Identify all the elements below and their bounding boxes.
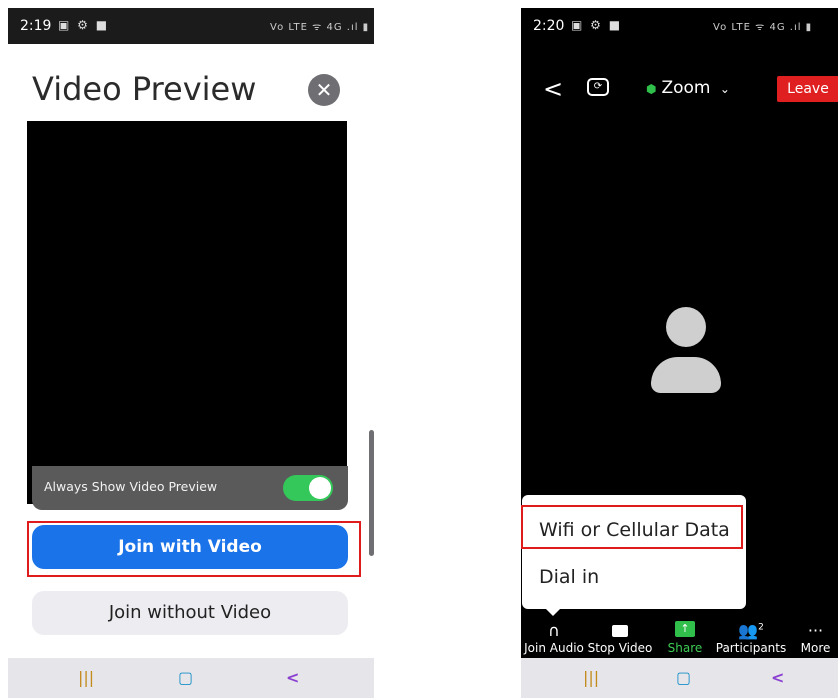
- highlight-box: [521, 505, 743, 549]
- toolbar-label: More: [800, 641, 831, 655]
- status-time: 2:20: [533, 18, 565, 34]
- status-signal: Vo LTE ᯤ 4G .ıl ▮: [713, 22, 813, 33]
- menu-item-dial-in[interactable]: Dial in: [539, 566, 599, 588]
- status-icons: ▣ ⚙ ■: [58, 18, 110, 32]
- home-icon[interactable]: ▢: [676, 668, 691, 687]
- shield-icon: ⬢: [646, 82, 657, 96]
- meeting-screen: 2:20 ▣ ⚙ ■ Vo LTE ᯤ 4G .ıl ▮ < ⟳ ⬢ Zoom ⌄…: [521, 8, 838, 698]
- system-nav-bar: ||| ▢ <: [521, 658, 838, 698]
- avatar-head: [666, 307, 706, 347]
- avatar-body: [651, 357, 721, 393]
- always-show-preview-label: Always Show Video Preview: [44, 479, 218, 494]
- share-icon: ↑: [675, 621, 695, 637]
- recents-icon[interactable]: |||: [583, 668, 599, 687]
- status-bar: 2:19 ▣ ⚙ ■ Vo LTE ᯤ 4G .ıl ▮: [8, 8, 374, 44]
- home-icon[interactable]: ▢: [178, 668, 193, 687]
- toolbar-label: Stop Video: [587, 641, 653, 655]
- recents-icon[interactable]: |||: [78, 668, 94, 687]
- more-icon: ···: [807, 621, 824, 640]
- close-button[interactable]: ✕: [308, 74, 340, 106]
- toolbar-label: Share: [667, 641, 703, 655]
- headphones-icon: ∩: [548, 621, 560, 640]
- join-without-video-button[interactable]: Join without Video: [32, 591, 348, 635]
- video-preview: [27, 121, 347, 504]
- more-button[interactable]: ··· More: [793, 617, 838, 658]
- participants-icon: 👥2: [738, 621, 764, 640]
- highlight-box: [27, 521, 361, 577]
- meeting-toolbar: ∩ Join Audio Stop Video ↑ Share 👥2 Parti…: [521, 617, 838, 658]
- page-title: Video Preview: [32, 70, 257, 108]
- toolbar-label: Participants: [715, 641, 787, 655]
- always-show-preview-toggle[interactable]: [283, 475, 333, 501]
- toggle-knob: [309, 477, 331, 499]
- share-button[interactable]: ↑ Share: [661, 617, 709, 658]
- stop-video-button[interactable]: Stop Video: [587, 617, 653, 658]
- video-camera-icon: [612, 625, 628, 637]
- avatar: [646, 307, 726, 395]
- toolbar-label: Join Audio: [524, 641, 584, 655]
- participants-count: 2: [758, 622, 764, 633]
- back-icon[interactable]: <: [771, 668, 784, 687]
- back-icon[interactable]: <: [286, 668, 299, 687]
- meeting-name: Zoom: [661, 78, 711, 98]
- join-audio-button[interactable]: ∩ Join Audio: [521, 617, 587, 658]
- system-nav-bar: ||| ▢ <: [8, 658, 374, 698]
- chevron-down-icon: ⌄: [719, 82, 730, 96]
- participants-button[interactable]: 👥2 Participants: [715, 617, 787, 658]
- close-icon: ✕: [315, 78, 333, 102]
- status-time: 2:19: [20, 18, 52, 34]
- scrollbar[interactable]: [369, 430, 374, 556]
- always-show-preview-row: Always Show Video Preview: [32, 466, 348, 510]
- menu-pointer: [543, 606, 563, 616]
- status-signal: Vo LTE ᯤ 4G .ıl ▮: [270, 22, 370, 33]
- meeting-title[interactable]: ⬢ Zoom ⌄: [646, 78, 730, 98]
- switch-camera-icon[interactable]: ⟳: [587, 78, 609, 96]
- back-arrow-icon[interactable]: <: [543, 75, 563, 103]
- video-preview-screen: 2:19 ▣ ⚙ ■ Vo LTE ᯤ 4G .ıl ▮ Video Previ…: [8, 8, 374, 698]
- status-bar: 2:20 ▣ ⚙ ■ Vo LTE ᯤ 4G .ıl ▮: [521, 8, 838, 44]
- status-icons: ▣ ⚙ ■: [571, 18, 623, 32]
- leave-button[interactable]: Leave: [777, 76, 838, 102]
